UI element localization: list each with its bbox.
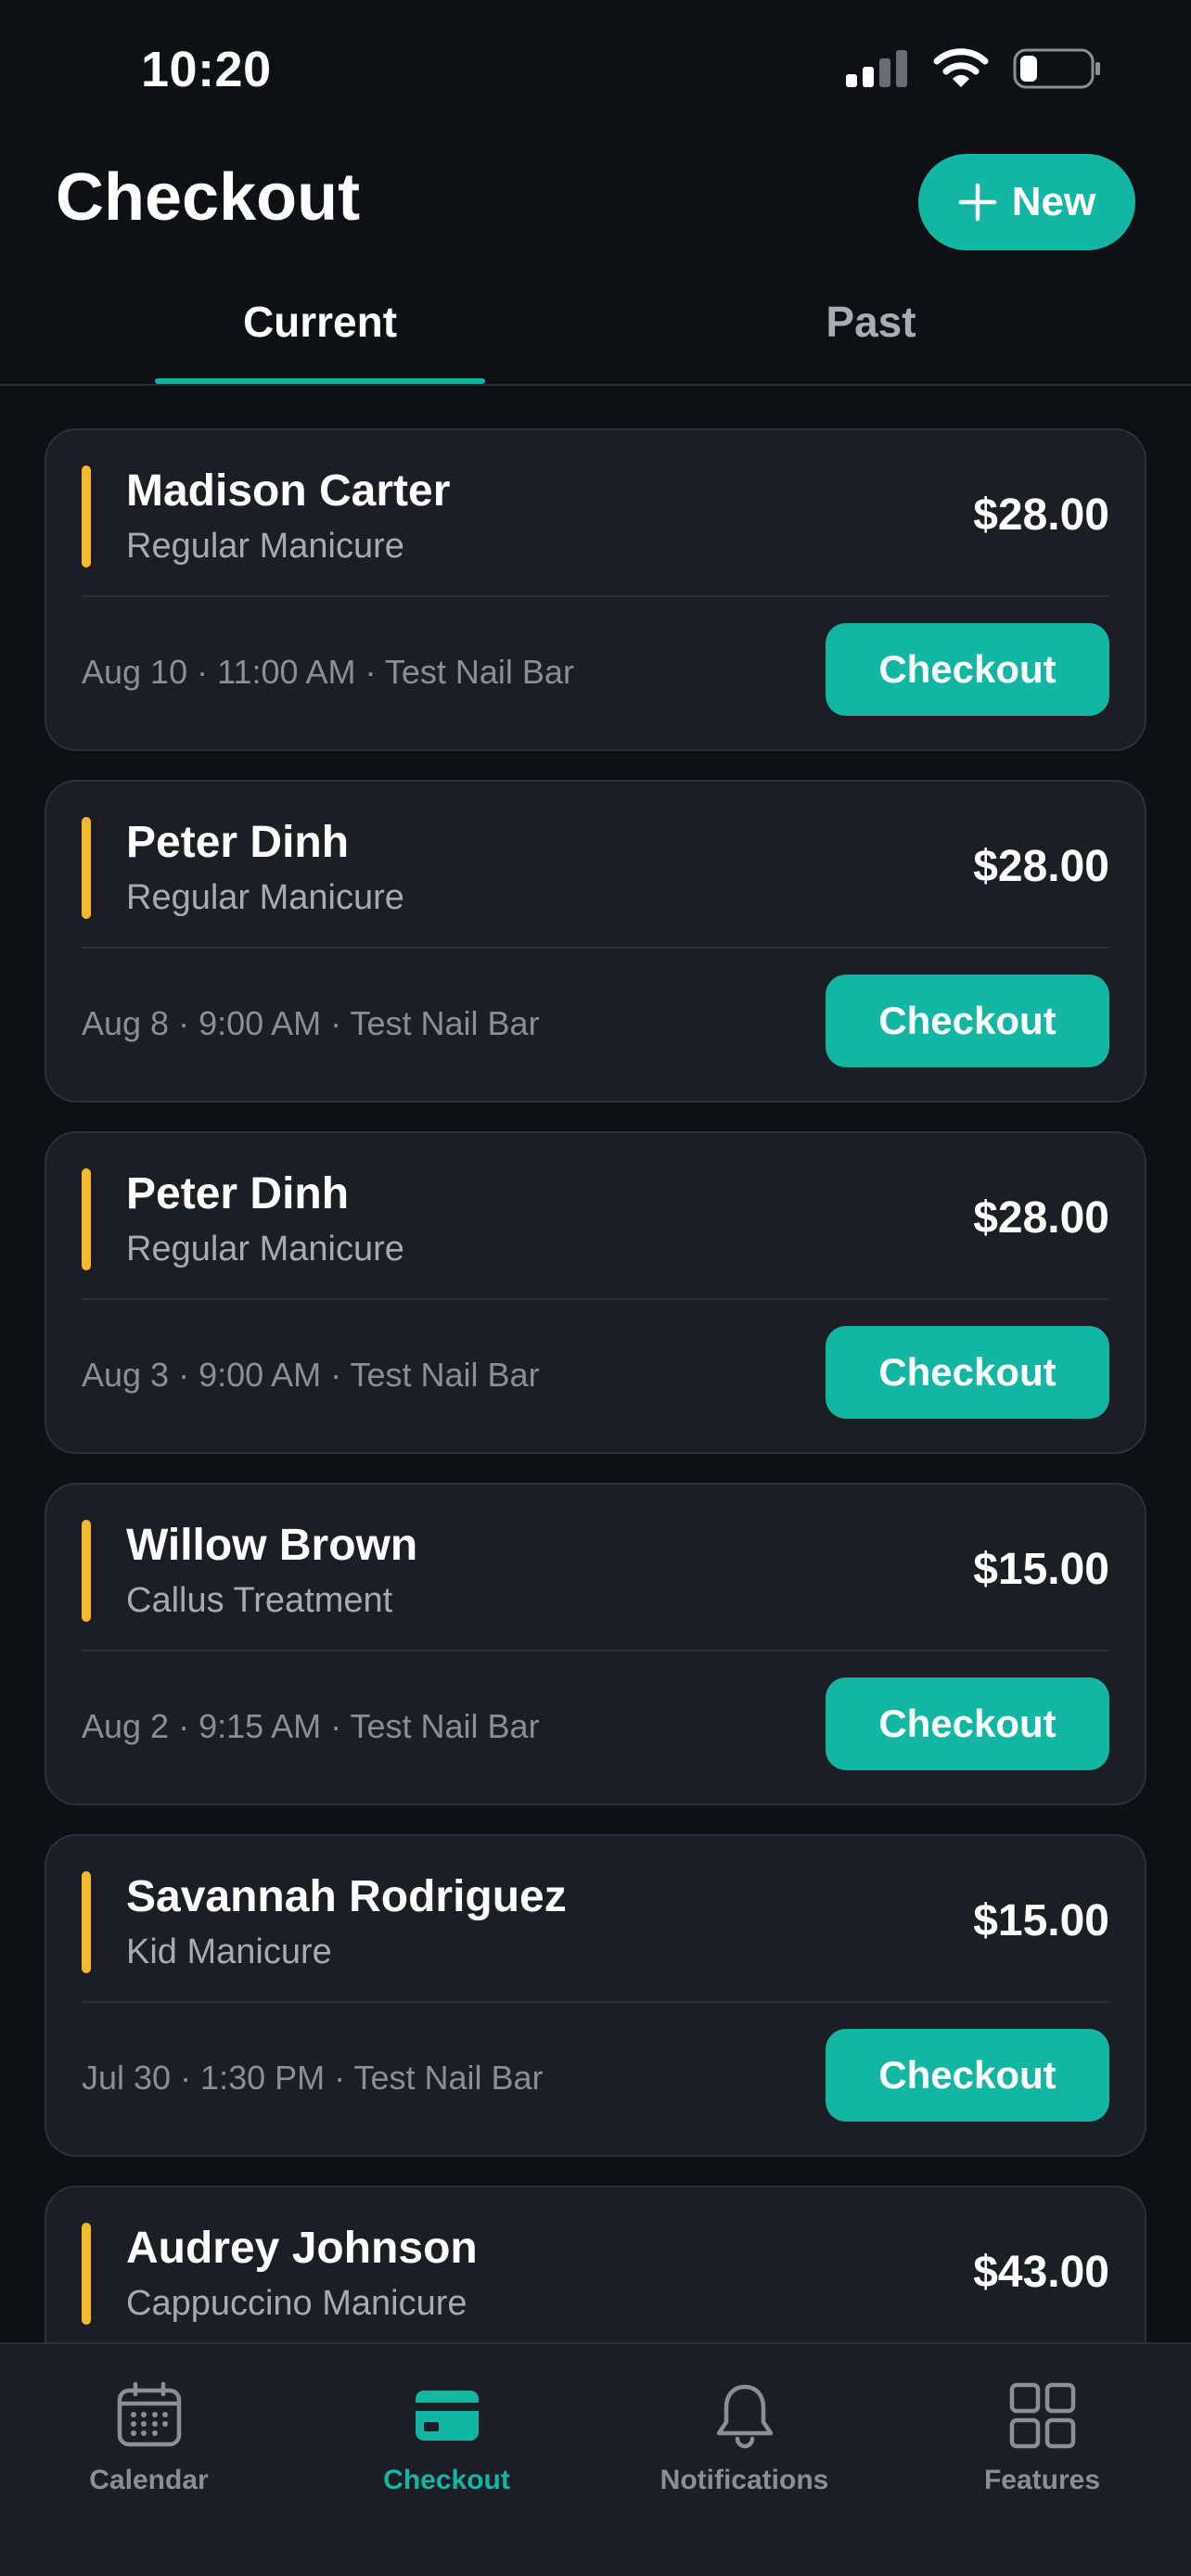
nav-label-calendar: Calendar (89, 2465, 209, 2495)
appointment-card[interactable]: Savannah Rodriguez Kid Manicure $15.00 J… (45, 1834, 1146, 2157)
appointment-card[interactable]: Peter Dinh Regular Manicure $28.00 Aug 3… (45, 1131, 1146, 1454)
nav-label-checkout: Checkout (383, 2465, 510, 2495)
service-name: Cappuccino Manicure (126, 2284, 467, 2323)
new-button[interactable]: New (918, 154, 1135, 250)
checkout-screen: 10:20 Checkout New Current Past Madison … (0, 0, 1191, 2576)
nav-item-notifications[interactable]: Notifications (596, 2381, 893, 2496)
grid-icon (1009, 2382, 1075, 2449)
status-icons (846, 48, 1102, 89)
status-accent-bar (82, 1871, 91, 1973)
page-title: Checkout (56, 160, 361, 235)
wifi-icon (933, 48, 989, 87)
calendar-icon (117, 2381, 181, 2447)
appointment-card[interactable]: Willow Brown Callus Treatment $15.00 Aug… (45, 1483, 1146, 1805)
checkout-button[interactable]: Checkout (826, 623, 1109, 716)
appointment-card[interactable]: Audrey Johnson Cappuccino Manicure $43.0… (45, 2186, 1146, 2342)
nav-item-features[interactable]: Features (893, 2381, 1191, 2496)
appointment-meta: Aug 10 · 11:00 AM · Test Nail Bar (82, 653, 574, 691)
appointment-card[interactable]: Peter Dinh Regular Manicure $28.00 Aug 8… (45, 780, 1146, 1103)
plus-icon (958, 183, 996, 222)
client-name: Willow Brown (126, 1521, 418, 1570)
card-divider (82, 947, 1109, 949)
client-name: Peter Dinh (126, 1169, 350, 1218)
service-name: Regular Manicure (126, 878, 404, 917)
client-name: Audrey Johnson (126, 2224, 478, 2273)
nav-item-checkout[interactable]: Checkout (298, 2381, 596, 2496)
status-accent-bar (82, 465, 91, 567)
appointment-list[interactable]: Madison Carter Regular Manicure $28.00 A… (0, 428, 1191, 2342)
appointment-meta: Aug 2 · 9:15 AM · Test Nail Bar (82, 1707, 540, 1745)
checkout-button[interactable]: Checkout (826, 1326, 1109, 1419)
appointment-meta: Aug 8 · 9:00 AM · Test Nail Bar (82, 1004, 540, 1042)
nav-label-notifications: Notifications (660, 2465, 829, 2495)
status-accent-bar (82, 817, 91, 919)
price: $28.00 (973, 1193, 1109, 1243)
price: $28.00 (973, 491, 1109, 540)
checkout-button[interactable]: Checkout (826, 2029, 1109, 2122)
tab-past[interactable]: Past (707, 297, 1035, 347)
service-name: Kid Manicure (126, 1932, 332, 1971)
client-name: Peter Dinh (126, 818, 350, 867)
price: $15.00 (973, 1896, 1109, 1945)
status-bar: 10:20 (0, 0, 1191, 139)
battery-icon (1013, 48, 1100, 89)
status-accent-bar (82, 1168, 91, 1270)
card-divider (82, 595, 1109, 597)
new-button-label: New (1011, 179, 1096, 224)
appointment-meta: Jul 30 · 1:30 PM · Test Nail Bar (82, 2059, 544, 2097)
price: $28.00 (973, 842, 1109, 891)
checkout-button[interactable]: Checkout (826, 1677, 1109, 1770)
card-divider (82, 1650, 1109, 1651)
client-name: Madison Carter (126, 466, 451, 516)
service-name: Regular Manicure (126, 527, 404, 566)
card-divider (82, 1298, 1109, 1300)
appointment-card[interactable]: Madison Carter Regular Manicure $28.00 A… (45, 428, 1146, 751)
nav-label-features: Features (983, 2465, 1101, 2495)
status-time: 10:20 (141, 42, 272, 97)
appointment-meta: Aug 3 · 9:00 AM · Test Nail Bar (82, 1356, 540, 1394)
header: Checkout New (0, 148, 1191, 260)
bell-icon (716, 2384, 773, 2449)
active-tab-indicator (155, 378, 485, 384)
price: $15.00 (973, 1545, 1109, 1594)
card-divider (82, 2001, 1109, 2003)
service-name: Callus Treatment (126, 1581, 393, 1620)
service-name: Regular Manicure (126, 1230, 404, 1269)
client-name: Savannah Rodriguez (126, 1872, 567, 1921)
credit-card-icon (415, 2391, 479, 2441)
checkout-button[interactable]: Checkout (826, 975, 1109, 1067)
tabs: Current Past (0, 278, 1191, 386)
bottom-nav: Calendar Checkout Notifications Features (0, 2342, 1191, 2576)
price: $43.00 (973, 2248, 1109, 2297)
tab-current[interactable]: Current (156, 297, 484, 347)
cellular-signal-icon (846, 50, 907, 87)
nav-item-calendar[interactable]: Calendar (0, 2381, 298, 2496)
status-accent-bar (82, 2223, 91, 2325)
status-accent-bar (82, 1520, 91, 1622)
